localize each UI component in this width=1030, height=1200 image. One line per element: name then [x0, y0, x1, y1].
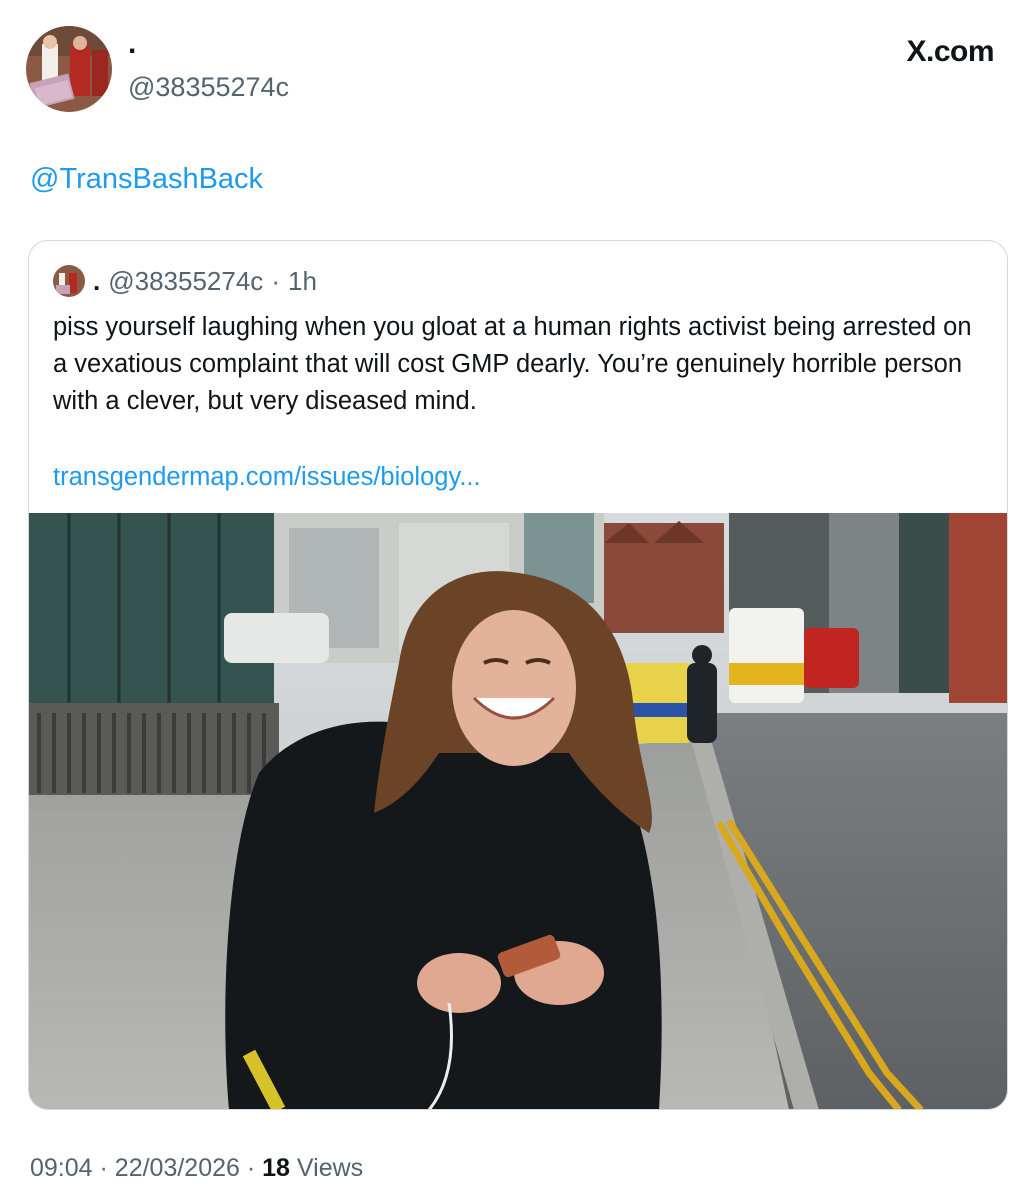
quoted-separator: · [271, 265, 280, 296]
views-label: Views [296, 1154, 364, 1182]
tweet-time[interactable]: 09:04 [30, 1154, 93, 1182]
footer-separator: · [246, 1154, 256, 1182]
quoted-tweet-text: piss yourself laughing when you gloat at… [53, 313, 972, 415]
x-logo: X.com [906, 34, 994, 70]
quoted-tweet-link[interactable]: transgendermap.com/issues/biology... [53, 459, 481, 496]
author-display-name[interactable]: . [128, 26, 136, 62]
author-handle[interactable]: @38355274c [128, 70, 289, 104]
author-avatar[interactable] [26, 26, 112, 112]
tweet-metadata: 09:04 · 22/03/2026 · 18 Views [30, 1150, 363, 1186]
street-scene-image [29, 513, 1007, 1109]
brand-label: X.com [906, 35, 994, 68]
footer-separator: · [99, 1154, 108, 1182]
quoted-tweet-header: . @38355274c · 1h [53, 263, 317, 299]
tweet-date[interactable]: 22/03/2026 [115, 1154, 240, 1182]
views-count: 18 [262, 1154, 290, 1182]
reply-mention-link[interactable]: @TransBashBack [30, 160, 263, 198]
quoted-handle[interactable]: @38355274c [108, 266, 263, 297]
quoted-display-name[interactable]: . [93, 266, 100, 297]
quoted-author-avatar[interactable] [53, 265, 85, 297]
quoted-tweet-card[interactable]: . @38355274c · 1h piss yourself laughing… [28, 240, 1008, 1110]
quoted-tweet-photo[interactable] [29, 513, 1007, 1109]
quoted-timestamp[interactable]: 1h [288, 266, 317, 297]
avatar-image [26, 26, 112, 112]
quoted-avatar-image [53, 265, 85, 297]
